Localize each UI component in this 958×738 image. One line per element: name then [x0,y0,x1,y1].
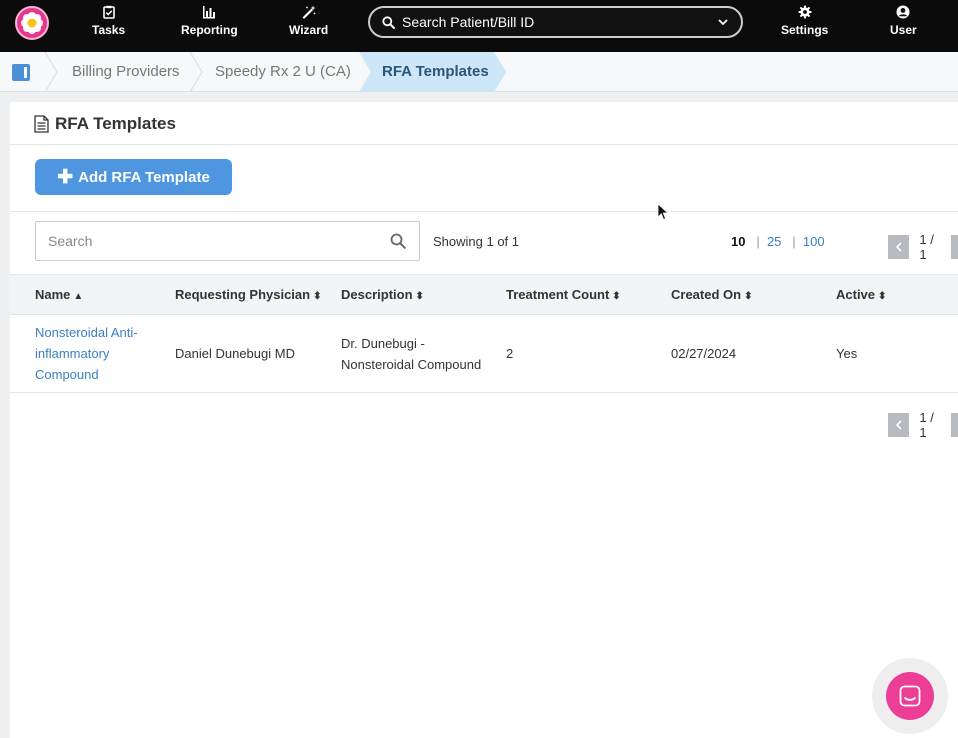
divider [10,144,958,145]
prev-page-button[interactable] [888,235,910,259]
page-size-separator: | [749,234,764,249]
page-title-text: RFA Templates [55,114,176,133]
sort-icon: ⬍ [612,291,621,302]
sort-icon: ⬍ [744,291,753,302]
search-icon[interactable] [390,233,406,249]
breadcrumb: Billing Providers Speedy Rx 2 U (CA) RFA… [0,52,958,92]
column-header-physician[interactable]: Requesting Physician ⬍ [175,275,321,315]
flower-logo-icon [21,12,43,34]
search-input[interactable] [35,221,420,261]
page-indicator: 1 / 1 [919,232,934,262]
page-size-10[interactable]: 10 [731,234,745,249]
cell-treatment-count: 2 [506,346,514,361]
column-header-description[interactable]: Description ⬍ [341,275,424,315]
sort-icon: ⬍ [415,291,424,302]
chevron-left-icon [895,420,902,430]
breadcrumb-speedy-rx[interactable]: Speedy Rx 2 U (CA) [215,52,351,92]
breadcrumb-rfa-templates: RFA Templates [359,52,507,92]
search-icon [382,15,395,29]
breadcrumb-billing-providers[interactable]: Billing Providers [72,52,180,92]
cell-physician: Daniel Dunebugi MD [175,346,295,361]
next-page-button[interactable] [950,235,958,259]
next-page-button[interactable] [950,413,958,437]
cell-active: Yes [836,346,858,361]
clipboard-check-icon [102,5,115,19]
cell-description: Dr. Dunebugi - Nonsteroidal Compound [341,336,482,372]
column-header-created-on[interactable]: Created On ⬍ [671,275,752,315]
nav-reporting[interactable]: Reporting [181,5,238,37]
chat-icon [899,685,921,707]
chevron-left-icon [895,242,902,252]
add-rfa-template-button[interactable]: ✚ Add RFA Template [35,159,232,195]
breadcrumb-separator [44,52,58,92]
rfa-templates-panel: RFA Templates ✚ Add RFA Template Showing… [10,102,958,738]
sort-asc-icon: ▲ [73,291,84,302]
gear-icon [798,5,812,19]
breadcrumb-separator [189,52,203,92]
template-name-link[interactable]: Nonsteroidal Anti- inflammatory Compound [35,322,138,385]
page-size-100[interactable]: 100 [803,234,825,249]
plus-icon: ✚ [57,166,74,188]
pagination-top: 1 / 1 [888,232,958,262]
nav-settings-label: Settings [781,23,829,37]
divider [10,211,958,212]
document-icon [34,115,49,133]
pagination-bottom: 1 / 1 [888,410,958,440]
mouse-cursor-icon [657,203,669,221]
page-size-selector: 10 | 25 | 100 [731,234,825,249]
page-indicator: 1 / 1 [919,410,934,440]
top-navbar: Tasks Reporting Wizard Search Patient/Bi… [0,0,958,52]
chat-launcher-inner [886,672,934,720]
sort-icon: ⬍ [313,291,322,302]
sort-icon: ⬍ [878,291,887,302]
page-size-25[interactable]: 25 [767,234,781,249]
table-header: Name ▲ Requesting Physician ⬍ Description ⬍… [10,274,958,315]
showing-count: Showing 1 of 1 [433,234,520,249]
column-header-treatment-count[interactable]: Treatment Count ⬍ [506,275,621,315]
nav-wizard-label: Wizard [289,23,329,37]
breadcrumb-active-label: RFA Templates [382,63,489,80]
nav-user-label: User [890,23,917,37]
nav-tasks[interactable]: Tasks [92,5,125,37]
page-title: RFA Templates [34,114,176,134]
chat-launcher-button[interactable] [872,658,948,734]
nav-tasks-label: Tasks [92,23,126,37]
nav-wizard[interactable]: Wizard [289,5,328,37]
user-circle-icon [896,5,910,19]
magic-wand-icon [302,5,316,19]
add-rfa-template-label: Add RFA Template [78,168,210,186]
column-header-active[interactable]: Active ⬍ [836,275,886,315]
chevron-down-icon[interactable] [717,16,729,28]
cell-created-on: 02/27/2024 [671,346,737,361]
column-header-name[interactable]: Name ▲ [35,275,83,315]
patient-search-label: Search Patient/Bill ID [402,14,535,30]
table-row: Nonsteroidal Anti- inflammatory Compound… [10,315,958,393]
page-size-separator: | [785,234,800,249]
bar-chart-icon [203,6,216,19]
prev-page-button[interactable] [888,413,910,437]
home-icon[interactable] [12,64,30,81]
nav-settings[interactable]: Settings [781,5,828,37]
nav-reporting-label: Reporting [181,23,238,37]
patient-search-box[interactable]: Search Patient/Bill ID [368,6,743,38]
nav-user[interactable]: User [890,5,917,37]
app-logo[interactable] [15,6,49,40]
